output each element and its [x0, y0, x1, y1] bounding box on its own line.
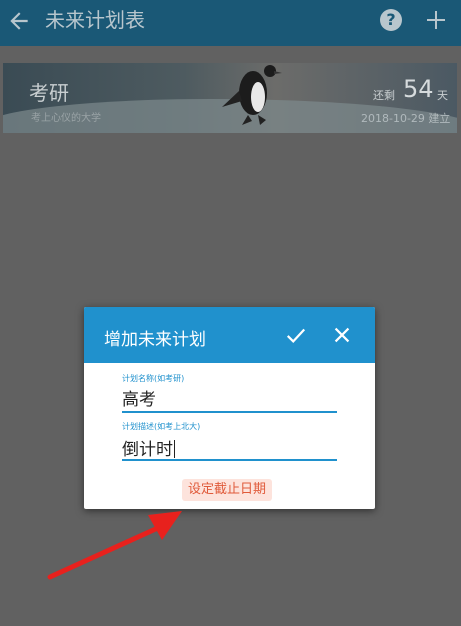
plan-desc-input[interactable]: 倒计时 — [122, 435, 337, 460]
plan-card[interactable]: 考研 考上心仪的大学 还剩 54 天 2018-10-29 建立 — [3, 63, 457, 133]
add-plan-dialog: 增加未来计划 计划名称(如考研) 计划描述(如考上北大) 倒计时 设定截止日期 — [84, 307, 375, 509]
remain-unit: 天 — [437, 89, 448, 102]
app-bar: 未来计划表 ? — [0, 0, 461, 46]
arrow-left-icon[interactable] — [6, 8, 32, 34]
remain-label: 还剩 — [373, 89, 395, 102]
text-cursor — [174, 440, 175, 458]
created-date: 2018-10-29 建立 — [361, 112, 451, 125]
plus-icon[interactable] — [424, 8, 448, 32]
plan-name: 考研 — [29, 81, 69, 105]
close-icon[interactable] — [331, 324, 353, 346]
plan-name-input[interactable] — [122, 387, 337, 407]
help-circle-icon[interactable]: ? — [380, 9, 402, 31]
plan-desc-text: 倒计时 — [122, 440, 173, 460]
set-deadline-button[interactable]: 设定截止日期 — [182, 479, 273, 501]
plan-desc-underline — [122, 459, 337, 461]
dialog-title: 增加未来计划 — [104, 330, 206, 350]
plan-name-label: 计划名称(如考研) — [122, 374, 185, 383]
remain-days: 54 — [403, 75, 434, 103]
penguin-image — [222, 65, 282, 125]
dialog-header: 增加未来计划 — [84, 307, 375, 363]
page-title: 未来计划表 — [45, 8, 145, 32]
plan-name-underline — [122, 411, 337, 413]
plan-desc-label: 计划描述(如考上北大) — [122, 422, 201, 431]
check-icon[interactable] — [285, 324, 307, 346]
plan-description: 考上心仪的大学 — [31, 113, 101, 124]
